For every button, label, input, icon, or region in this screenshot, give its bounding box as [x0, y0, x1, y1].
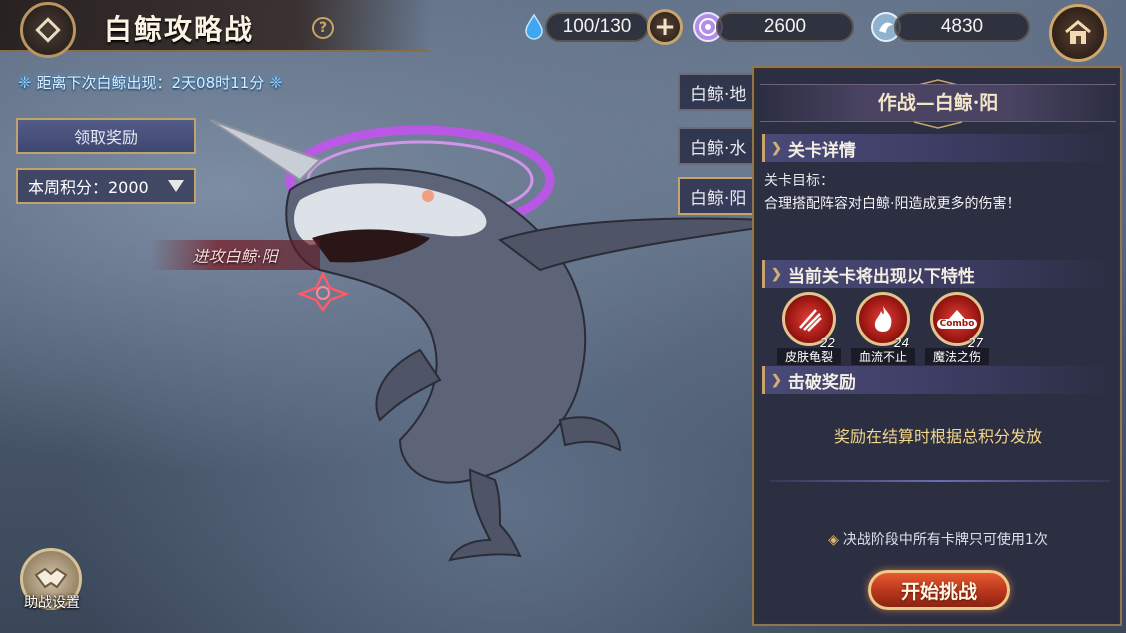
card-usage-rule: ◈ 决战阶段中所有卡牌只可使用1次 — [760, 529, 1116, 549]
stage-details-header: ❯ 关卡详情 — [762, 134, 1116, 162]
claim-reward-button[interactable]: 领取奖励 — [16, 118, 196, 154]
divider — [770, 480, 1110, 482]
trait-name: 皮肤龟裂 — [777, 348, 841, 365]
next-appearance-countdown: ❈ 距离下次白鲸出现：2天08时11分 ❈ — [18, 72, 283, 93]
claw-slash-icon — [799, 309, 822, 332]
section-title: 关卡详情 — [787, 140, 856, 161]
back-button[interactable] — [20, 2, 76, 58]
add-stamina-button[interactable]: + — [647, 9, 683, 45]
wing-ornament-icon: ❈ — [18, 73, 37, 92]
chevron-right-icon: ❯ — [771, 266, 782, 282]
chevron-right-icon: ❯ — [771, 140, 782, 156]
tab-whale-earth[interactable]: 白鲸·地 — [678, 73, 758, 111]
dropdown-triangle-icon — [168, 180, 184, 192]
panel-title: 作战—白鲸·阳 — [877, 92, 999, 114]
assist-settings-label: 助战设置 — [24, 595, 80, 611]
start-challenge-button[interactable]: 开始挑战 — [868, 570, 1010, 610]
stage-goal-text: 合理搭配阵容对白鲸·阳造成更多的伤害！ — [764, 196, 1021, 212]
countdown-text: 距离下次白鲸出现：2天08时11分 — [36, 74, 265, 92]
flame-icon — [874, 306, 892, 332]
stamina-counter: 100/130 — [545, 12, 649, 42]
stage-goal-label: 关卡目标： — [764, 173, 834, 189]
tab-whale-water[interactable]: 白鲸·水 — [678, 127, 758, 165]
attack-target-label[interactable]: 进攻白鲸·阳 — [150, 240, 320, 270]
help-icon[interactable]: ? — [312, 17, 334, 39]
chevron-right-icon: ❯ — [771, 372, 782, 388]
stage-traits-header: ❯ 当前关卡将出现以下特性 — [762, 260, 1116, 288]
page-title: 白鲸攻略战 — [104, 13, 255, 46]
title-ornament-icon — [913, 121, 963, 129]
combo-badge: Combo — [936, 318, 978, 329]
break-reward-header: ❯ 击破奖励 — [762, 366, 1116, 394]
handshake-icon — [34, 567, 68, 589]
weekly-score-text: 本周积分：2000 — [28, 178, 149, 197]
reward-note: 奖励在结算时根据总积分发放 — [833, 427, 1042, 446]
rule-text: 决战阶段中所有卡牌只可使用1次 — [842, 532, 1048, 548]
home-icon — [1065, 20, 1091, 44]
diamond-back-icon — [35, 17, 61, 43]
warning-icon: ◈ — [828, 532, 839, 548]
arrow-up-icon — [948, 309, 965, 319]
purple-currency-counter: 2600 — [716, 12, 854, 42]
section-title: 击破奖励 — [787, 372, 856, 393]
tab-whale-sun[interactable]: 白鲸·阳 — [678, 177, 758, 215]
attack-emblem-icon[interactable] — [294, 270, 352, 312]
section-title: 当前关卡将出现以下特性 — [787, 266, 975, 287]
trait-name: 血流不止 — [851, 348, 915, 365]
home-button[interactable] — [1049, 4, 1107, 62]
combo-icon: Combo — [936, 309, 978, 329]
trait-name: 魔法之伤 — [925, 348, 989, 365]
wing-ornament-icon: ❈ — [264, 73, 283, 92]
blue-currency-counter: 4830 — [894, 12, 1030, 42]
weekly-score-dropdown[interactable]: 本周积分：2000 — [16, 168, 196, 204]
